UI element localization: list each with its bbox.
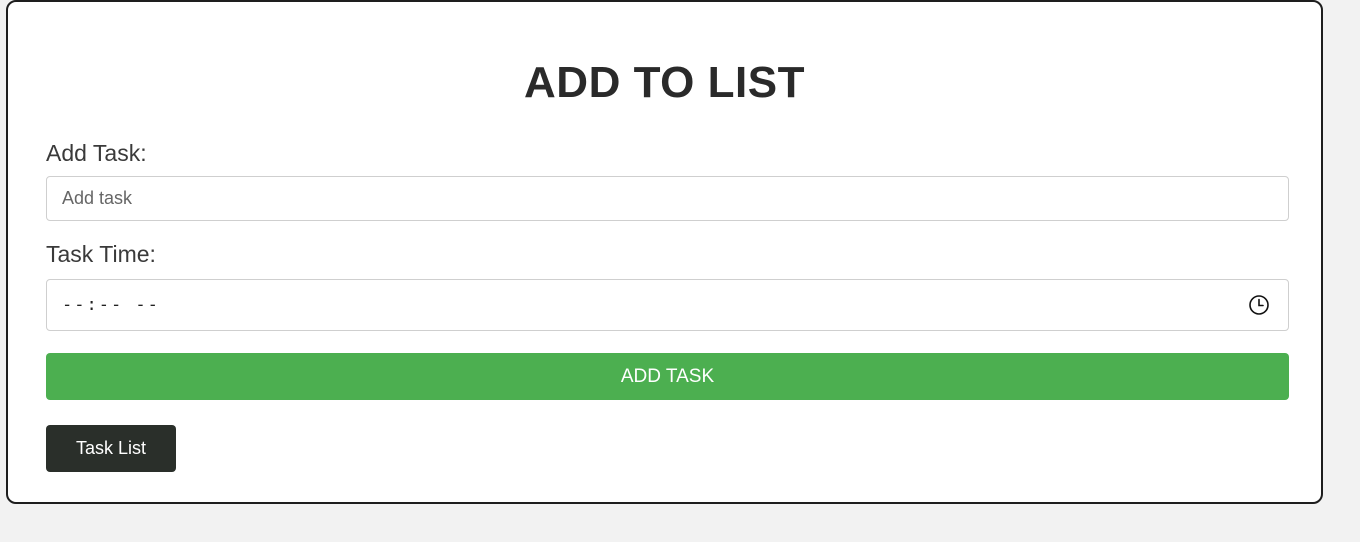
add-task-button[interactable]: ADD TASK — [46, 353, 1289, 400]
task-time-input[interactable]: --:-- -- — [46, 279, 1289, 331]
clock-icon[interactable] — [1246, 292, 1272, 318]
add-to-list-card: ADD TO LIST Add Task: Task Time: --:-- -… — [6, 0, 1323, 504]
task-list-button[interactable]: Task List — [46, 425, 176, 472]
add-task-input[interactable] — [46, 176, 1289, 221]
task-time-label: Task Time: — [46, 241, 156, 267]
page-title: ADD TO LIST — [524, 58, 805, 107]
add-task-label: Add Task: — [46, 140, 147, 166]
task-time-value: --:-- -- — [62, 295, 160, 315]
